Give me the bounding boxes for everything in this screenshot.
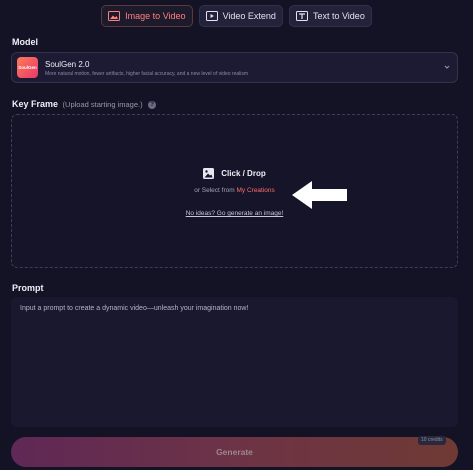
key-frame-upload-area[interactable]: Click / Drop or Select from My Creations… xyxy=(11,114,458,268)
soulgen-logo: SoulGen xyxy=(17,57,38,78)
mode-tabs: Image to Video Video Extend Text to Vide… xyxy=(0,5,473,27)
model-description: More natural motion, fewer artifacts, hi… xyxy=(45,71,249,77)
pointer-arrow-icon xyxy=(292,181,347,209)
text-to-video-icon xyxy=(295,11,308,21)
image-to-video-icon xyxy=(108,11,121,21)
key-frame-label: Key Frame (Upload starting image.) ? xyxy=(12,99,157,109)
tab-text-to-video[interactable]: Text to Video xyxy=(288,5,372,27)
help-icon[interactable]: ? xyxy=(148,101,157,109)
model-name: SoulGen 2.0 xyxy=(45,60,90,69)
tab-video-extend[interactable]: Video Extend xyxy=(198,5,283,27)
credits-badge: 10 credits xyxy=(418,436,446,445)
generate-button[interactable]: Generate xyxy=(11,437,458,467)
image-to-video-panel: Image to Video Video Extend Text to Vide… xyxy=(0,0,473,470)
tab-label: Image to Video xyxy=(125,11,186,21)
tab-label: Text to Video xyxy=(312,11,365,21)
click-drop-text: Click / Drop xyxy=(221,169,266,178)
key-frame-hint: (Upload starting image.) xyxy=(62,100,143,109)
model-select[interactable]: SoulGen SoulGen 2.0 More natural motion,… xyxy=(11,52,458,83)
prompt-label: Prompt xyxy=(12,283,44,293)
my-creations-link[interactable]: My Creations xyxy=(236,187,274,194)
select-from-prefix: or Select from xyxy=(194,187,235,194)
prompt-input[interactable] xyxy=(11,297,458,427)
tab-label: Video Extend xyxy=(222,11,276,21)
chevron-down-icon xyxy=(444,65,450,69)
tab-image-to-video[interactable]: Image to Video xyxy=(101,5,193,27)
video-extend-icon xyxy=(205,11,218,21)
generate-image-link[interactable]: No ideas? Go generate an image! xyxy=(12,210,457,217)
upload-prompt: Click / Drop xyxy=(12,168,457,179)
key-frame-title: Key Frame xyxy=(12,99,59,109)
model-label: Model xyxy=(12,37,38,47)
select-from-text: or Select from My Creations xyxy=(12,187,457,194)
image-upload-icon xyxy=(203,168,215,179)
